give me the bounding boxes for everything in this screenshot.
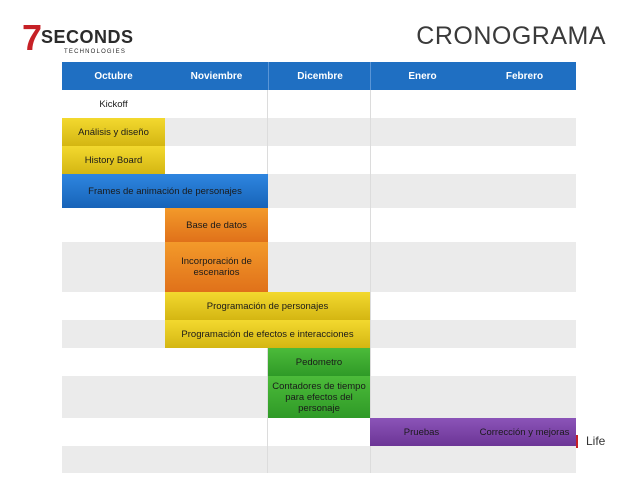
row-incorporacion [62,242,576,292]
task-correccion: Corrección y mejoras [479,426,570,438]
logo-tagline: TECHNOLOGIES [64,49,127,55]
task-prog-personajes: Programación de personajes [165,292,370,320]
task-incorporacion: Incorporación de escenarios [165,242,268,292]
month-header-febrero: Febrero [473,62,576,90]
task-contadores: Contadores de tiempo para efectos del pe… [268,376,370,418]
row-empty [62,446,576,473]
footer-text: Life [586,434,606,448]
gantt-chart: Octubre Noviembre Dicembre Enero Febrero… [62,62,576,473]
month-header-noviembre: Noviembre [165,62,268,90]
month-header-diciembre: Dicembre [268,62,371,90]
task-frames: Frames de animación de personajes [62,174,268,208]
logo-name: SECONDS [41,27,134,47]
task-pruebas-correccion: Pruebas Corrección y mejoras [370,418,576,446]
task-prog-efectos: Programación de efectos e interacciones [165,320,370,348]
logo-seven: 7 [22,17,43,58]
column-divider [370,90,371,473]
task-analisis: Análisis y diseño [62,118,165,146]
month-header-octubre: Octubre [62,62,165,90]
page-title: CRONOGRAMA [416,22,606,50]
company-logo: 7 SECONDS TECHNOLOGIES [22,17,133,58]
task-pruebas: Pruebas [403,426,440,438]
month-header-enero: Enero [370,62,474,90]
row-base [62,208,576,242]
task-kickoff: Kickoff [99,98,128,110]
task-history: History Board [62,146,165,174]
task-pedometro: Pedometro [268,348,370,376]
task-base: Base de datos [165,208,268,242]
footer-accent-bar [576,435,578,448]
